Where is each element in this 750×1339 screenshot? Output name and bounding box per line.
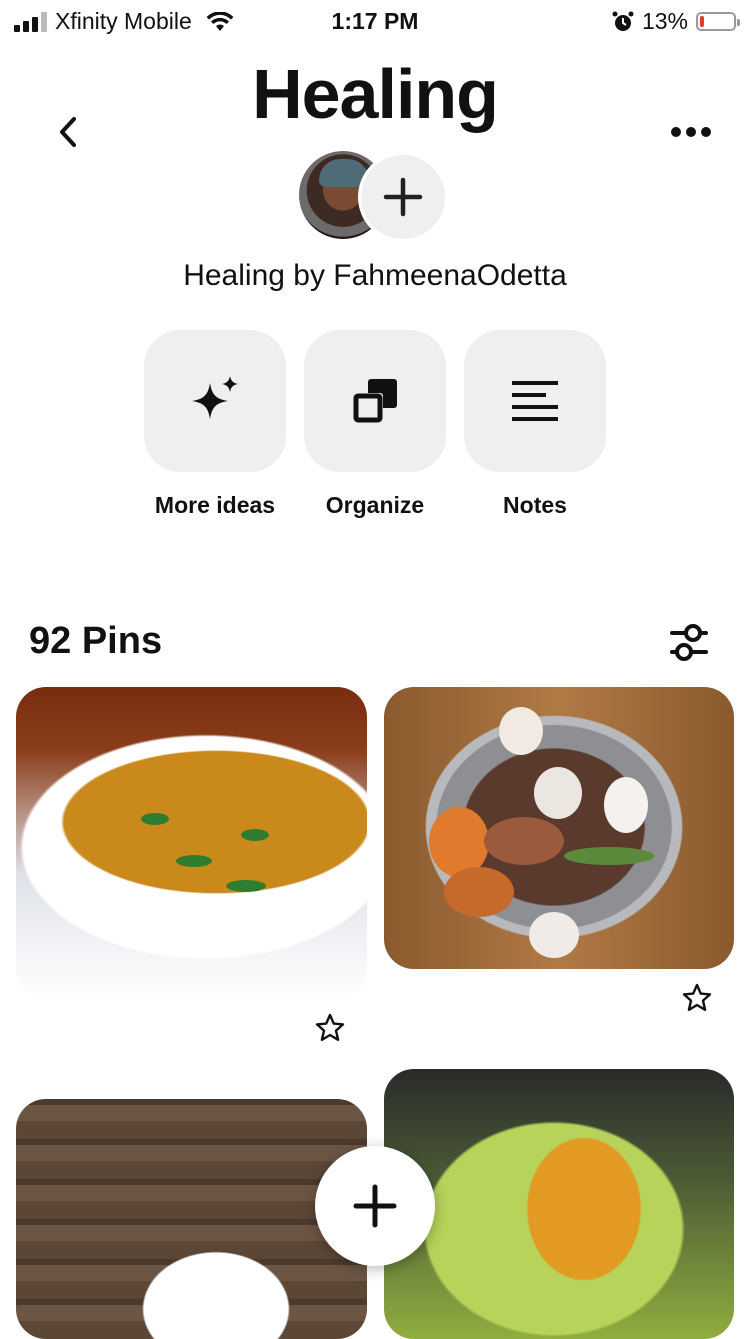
garnish-decor — [226, 880, 266, 892]
board-title: Healing — [252, 55, 499, 133]
more-ideas-button[interactable]: More ideas — [144, 330, 286, 519]
pins-count: 92 Pins — [29, 620, 163, 662]
sparkle-icon — [192, 376, 238, 419]
create-pin-button[interactable] — [315, 1146, 435, 1266]
veg-decor — [604, 777, 648, 833]
pin-image-lentil-soup[interactable] — [16, 687, 367, 999]
notes-icon — [512, 381, 558, 421]
battery-percent: 13% — [641, 8, 688, 34]
veg-decor — [564, 847, 654, 865]
pin-image-soup-table[interactable] — [16, 1099, 367, 1339]
plus-icon — [383, 177, 423, 217]
plus-icon — [353, 1184, 397, 1228]
battery-icon — [696, 12, 740, 31]
pin-image-greens[interactable] — [384, 1069, 734, 1339]
notes-button[interactable]: Notes — [464, 330, 606, 519]
notes-tile[interactable] — [464, 330, 606, 472]
star-icon — [682, 983, 712, 1011]
organize-button[interactable]: Organize — [304, 330, 446, 519]
more-ideas-label: More ideas — [154, 492, 276, 518]
garnish-decor — [141, 813, 169, 825]
add-collaborator-button[interactable] — [358, 152, 448, 242]
veg-decor — [499, 707, 543, 755]
organize-icon — [353, 379, 397, 423]
save-pin-button[interactable] — [680, 981, 714, 1015]
status-bar: Xfinity Mobile 1:17 PM 13% — [0, 0, 750, 42]
status-right: 13% — [612, 8, 740, 35]
veg-decor — [529, 912, 579, 958]
pin-image-vegetables-pot[interactable] — [384, 687, 734, 969]
ellipsis-icon — [671, 127, 711, 137]
board-actions: More ideas Organize Notes — [144, 330, 606, 519]
star-icon — [315, 1013, 345, 1041]
more-ideas-tile[interactable] — [144, 330, 286, 472]
garnish-decor — [241, 829, 269, 841]
garnish-decor — [176, 855, 212, 867]
notes-label: Notes — [503, 492, 567, 518]
organize-label: Organize — [325, 492, 425, 518]
filter-button[interactable] — [666, 622, 712, 664]
veg-decor — [534, 767, 582, 819]
save-pin-button[interactable] — [313, 1011, 347, 1045]
alarm-icon — [612, 11, 634, 31]
organize-tile[interactable] — [304, 330, 446, 472]
veg-decor — [484, 817, 564, 865]
battery-level — [700, 16, 704, 27]
more-options-button[interactable] — [666, 114, 716, 150]
board-byline: Healing by FahmeenaOdetta — [183, 259, 567, 292]
filter-sliders-icon — [670, 624, 708, 661]
veg-decor — [444, 867, 514, 917]
